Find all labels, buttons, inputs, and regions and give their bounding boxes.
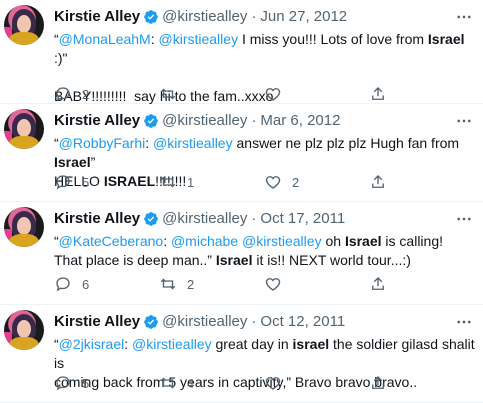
tweet[interactable]: Kirstie Alley @kirstiealley · Mar 6, 201…: [0, 104, 483, 202]
reply-icon: [56, 376, 70, 391]
more-icon[interactable]: [455, 112, 473, 130]
author-handle[interactable]: @kirstiealley: [162, 111, 247, 131]
action-bar: 5 1 2: [54, 173, 423, 191]
mention-link[interactable]: @michabe: [171, 233, 238, 249]
avatar[interactable]: [4, 109, 44, 149]
share-icon: [372, 376, 384, 389]
separator: ·: [251, 112, 257, 129]
reply-count: 6: [82, 276, 90, 292]
retweet-icon: [160, 278, 176, 290]
retweet-button[interactable]: 1: [159, 173, 264, 191]
reply-button[interactable]: 5: [54, 173, 159, 191]
tweet-date[interactable]: Jun 27, 2012: [260, 7, 347, 27]
author-handle[interactable]: @kirstiealley: [162, 312, 247, 332]
tweet[interactable]: Kirstie Alley @kirstiealley · Jun 27, 20…: [0, 0, 483, 104]
author-name[interactable]: Kirstie Alley: [54, 312, 140, 332]
more-icon[interactable]: [455, 210, 473, 228]
like-icon: [265, 278, 281, 291]
tweet-header: Kirstie Alley @kirstiealley · Jun 27, 20…: [54, 7, 453, 27]
avatar[interactable]: [4, 5, 44, 45]
mention-link[interactable]: @RobbyFarhi: [59, 135, 146, 151]
action-bar: 2: [54, 85, 423, 103]
verified-badge-icon: [144, 10, 158, 24]
author-name[interactable]: Kirstie Alley: [54, 209, 140, 229]
highlighted-term: Israel: [54, 154, 91, 170]
share-button[interactable]: [369, 275, 387, 293]
tweet-date[interactable]: Oct 12, 2011: [260, 312, 345, 332]
verified-badge-icon: [144, 315, 158, 329]
verified-badge-icon: [144, 212, 158, 226]
like-count: 2: [292, 174, 300, 190]
reply-icon: [56, 87, 70, 102]
reply-button[interactable]: 6: [54, 275, 159, 293]
tweet-date[interactable]: Mar 6, 2012: [260, 111, 340, 131]
tweet-date[interactable]: Oct 17, 2011: [260, 209, 345, 229]
avatar[interactable]: [4, 310, 44, 350]
reply-icon: [56, 175, 70, 190]
share-button[interactable]: [369, 374, 387, 392]
like-button[interactable]: [264, 275, 369, 293]
tweet-header: Kirstie Alley @kirstiealley · Oct 12, 20…: [54, 312, 453, 332]
author-handle[interactable]: @kirstiealley: [162, 7, 247, 27]
highlighted-term: Israel: [215, 252, 253, 268]
author-handle[interactable]: @kirstiealley: [162, 209, 247, 229]
tweet-header: Kirstie Alley @kirstiealley · Oct 17, 20…: [54, 209, 453, 229]
mention-link[interactable]: @2jkisrael: [59, 336, 125, 352]
mention-link[interactable]: @KateCeberano: [59, 233, 164, 249]
retweet-icon: [160, 88, 176, 100]
reply-button[interactable]: 5: [54, 374, 159, 392]
like-button[interactable]: [264, 85, 369, 103]
retweet-button[interactable]: 4: [159, 374, 264, 392]
action-bar: 5 4: [54, 374, 423, 392]
mention-link[interactable]: @kirstiealley: [132, 336, 212, 352]
share-icon: [372, 175, 384, 188]
reply-icon: [56, 277, 70, 292]
more-icon[interactable]: [455, 8, 473, 26]
tweet[interactable]: Kirstie Alley @kirstiealley · Oct 17, 20…: [0, 202, 483, 305]
author-name[interactable]: Kirstie Alley: [54, 111, 140, 131]
highlighted-term: Israel: [427, 31, 465, 47]
retweet-count: 4: [187, 375, 195, 391]
tweet-header: Kirstie Alley @kirstiealley · Mar 6, 201…: [54, 111, 453, 131]
tweet-text: “@KateCeberano: @michabe @kirstiealley o…: [54, 233, 443, 268]
reply-count: 2: [82, 86, 90, 102]
retweet-count: 2: [187, 276, 195, 292]
like-icon: [265, 88, 281, 101]
share-icon: [372, 87, 384, 100]
author-name[interactable]: Kirstie Alley: [54, 7, 140, 27]
share-button[interactable]: [369, 85, 387, 103]
tweet[interactable]: Kirstie Alley @kirstiealley · Oct 12, 20…: [0, 305, 483, 403]
retweet-icon: [160, 176, 176, 188]
like-button[interactable]: 2: [264, 173, 369, 191]
share-button[interactable]: [369, 173, 387, 191]
retweet-button[interactable]: [159, 85, 264, 103]
verified-badge-icon: [144, 114, 158, 128]
mention-link[interactable]: @MonaLeahM: [59, 31, 151, 47]
reply-count: 5: [82, 174, 90, 190]
separator: ·: [251, 210, 257, 227]
mention-link[interactable]: @kirstiealley: [159, 31, 239, 47]
reply-count: 5: [82, 375, 90, 391]
reply-button[interactable]: 2: [54, 85, 159, 103]
retweet-button[interactable]: 2: [159, 275, 264, 293]
mention-link[interactable]: @kirstiealley: [242, 233, 322, 249]
like-icon: [265, 176, 281, 189]
action-bar: 6 2: [54, 275, 423, 293]
separator: ·: [251, 313, 257, 330]
avatar[interactable]: [4, 207, 44, 247]
mention-link[interactable]: @kirstiealley: [153, 135, 233, 151]
retweet-icon: [160, 377, 176, 389]
separator: ·: [251, 8, 257, 25]
highlighted-term: Israel: [344, 233, 382, 249]
retweet-count: 1: [187, 174, 195, 190]
share-icon: [372, 277, 384, 290]
like-icon: [265, 377, 281, 390]
highlighted-term: israel: [292, 336, 330, 352]
more-icon[interactable]: [455, 313, 473, 331]
like-button[interactable]: [264, 374, 369, 392]
